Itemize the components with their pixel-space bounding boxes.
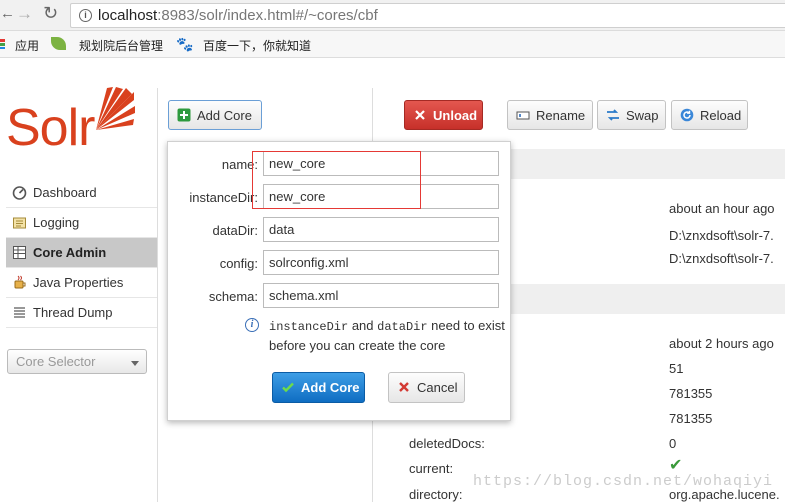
add-core-button[interactable]: Add Core — [168, 100, 262, 130]
info-icon: i — [245, 318, 259, 332]
reload-label: Reload — [700, 108, 742, 123]
instance-dir-label: instanceDir: — [189, 190, 258, 205]
leaf-bookmark-icon — [51, 37, 66, 50]
config-label: config: — [219, 256, 258, 271]
swap-label: Swap — [626, 108, 659, 123]
thread-dump-icon — [14, 307, 25, 318]
solr-sunburst-icon — [96, 87, 135, 130]
swap-button[interactable]: Swap — [597, 100, 666, 130]
start-time-value: about an hour ago — [669, 201, 775, 216]
version-value: 51 — [669, 361, 684, 376]
watermark-text: https://blog.csdn.net/wohaqiyi — [473, 473, 774, 490]
sidebar-item-label: Thread Dump — [33, 305, 113, 320]
schema-field[interactable] — [263, 283, 499, 308]
name-label: name: — [221, 157, 258, 172]
sidebar-item-thread-dump[interactable]: Thread Dump — [6, 298, 157, 328]
bookmarks-bar: 应用 规划院后台管理 🐾 百度一下，你就知道 — [0, 31, 785, 58]
schema-label: schema: — [208, 289, 258, 304]
baidu-paw-icon: 🐾 — [176, 36, 194, 52]
deleted-docs-value: 0 — [669, 436, 677, 451]
sidebar-item-label: Dashboard — [33, 185, 97, 200]
sidebar-item-label: Core Admin — [33, 245, 107, 260]
checkmark-icon: ✔ — [669, 457, 683, 474]
unload-x-icon — [415, 110, 425, 120]
core-selector-label: Core Selector — [16, 354, 96, 369]
max-doc-value: 781355 — [669, 411, 713, 426]
sidebar-nav: Dashboard Logging Core Admin Java Proper… — [6, 178, 157, 328]
solr-logo-text: Solr — [6, 99, 95, 157]
reload-button[interactable]: Reload — [671, 100, 748, 130]
bookmark-admin[interactable]: 规划院后台管理 — [79, 37, 163, 54]
hint-line-2: before you can create the core — [269, 338, 446, 353]
last-modified-value: about 2 hours ago — [669, 336, 774, 351]
bookmark-baidu[interactable]: 百度一下，你就知道 — [203, 37, 311, 54]
reload-icon[interactable]: ↻ — [43, 3, 58, 24]
sidebar-item-label: Logging — [33, 215, 80, 230]
current-label: current: — [409, 461, 454, 476]
rename-button[interactable]: Rename — [507, 100, 593, 130]
cancel-button[interactable]: Cancel — [388, 372, 465, 403]
url-text: localhost:8983/solr/index.html#/~cores/c… — [98, 7, 378, 24]
num-docs-value: 781355 — [669, 386, 713, 401]
data-dir-label: dataDir: — [212, 223, 258, 238]
forward-arrow-icon[interactable]: → — [16, 4, 33, 24]
data-dir-field[interactable] — [263, 217, 499, 242]
highlight-box — [252, 151, 421, 209]
rename-icon — [516, 111, 530, 120]
cancel-x-icon — [399, 382, 409, 392]
apps-grid-icon — [0, 39, 5, 49]
bookmark-apps[interactable]: 应用 — [15, 37, 39, 54]
data-dir-value: D:\znxdsoft\solr-7. — [669, 251, 774, 266]
submit-label: Add Core — [301, 380, 360, 395]
unload-label: Unload — [433, 108, 478, 123]
directory-label: directory: — [409, 487, 463, 502]
back-arrow-icon[interactable]: ← — [0, 5, 15, 22]
core-admin-icon — [13, 246, 26, 259]
cancel-label: Cancel — [417, 380, 458, 395]
deleted-docs-label: deletedDocs: — [409, 436, 485, 451]
instance-dir-value: D:\znxdsoft\solr-7. — [669, 228, 774, 243]
solr-logo[interactable]: Solr — [6, 86, 136, 158]
site-info-icon[interactable]: i — [79, 9, 92, 22]
sidebar-item-core-admin[interactable]: Core Admin — [6, 238, 157, 268]
config-field[interactable] — [263, 250, 499, 275]
add-core-label: Add Core — [197, 108, 252, 123]
checkmark-icon — [282, 382, 294, 393]
chevron-down-icon — [131, 361, 139, 366]
sidebar-item-dashboard[interactable]: Dashboard — [6, 178, 157, 208]
sidebar-divider — [157, 88, 158, 502]
submit-add-core-button[interactable]: Add Core — [272, 372, 365, 403]
reload-circle-icon — [680, 108, 694, 122]
swap-icon — [607, 109, 619, 121]
browser-address-bar: ← → ↻ i localhost:8983/solr/index.html#/… — [0, 0, 785, 31]
hint-line-1: instanceDir and dataDir need to exist — [269, 318, 505, 334]
unload-button[interactable]: Unload — [404, 100, 483, 130]
rename-label: Rename — [536, 108, 586, 123]
core-selector-dropdown[interactable]: Core Selector — [7, 349, 147, 374]
url-input[interactable]: i localhost:8983/solr/index.html#/~cores… — [70, 3, 785, 28]
logging-icon — [13, 217, 26, 229]
dashboard-icon — [12, 186, 27, 200]
java-icon — [14, 275, 26, 289]
sidebar-item-label: Java Properties — [33, 275, 124, 290]
sidebar-item-logging[interactable]: Logging — [6, 208, 157, 238]
plus-icon — [177, 108, 191, 122]
sidebar-item-java-properties[interactable]: Java Properties — [6, 268, 157, 298]
